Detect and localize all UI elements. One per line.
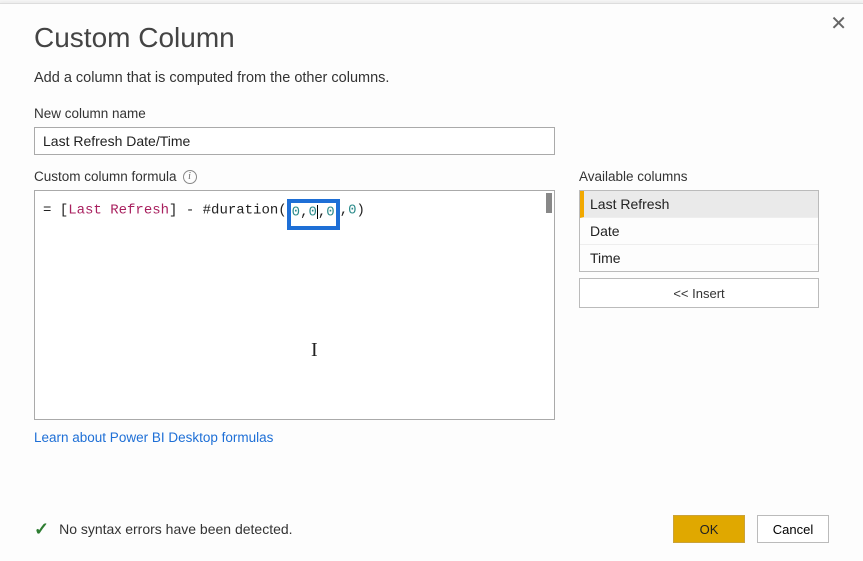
annotation-highlight: 0,0,0 [287,199,340,230]
available-column-item[interactable]: Last Refresh [580,191,818,218]
custom-column-dialog: ✕ Custom Column Add a column that is com… [0,3,863,561]
formula-number: 0 [308,205,316,221]
column-name-label: New column name [34,106,829,121]
formula-number: 0 [326,205,334,221]
button-row: OK Cancel [673,515,829,543]
text-cursor-icon: I [311,339,318,362]
dialog-subtitle: Add a column that is computed from the o… [34,70,829,86]
available-column-item[interactable]: Time [580,245,818,271]
formula-label: Custom column formula i [34,169,555,184]
cancel-button[interactable]: Cancel [757,515,829,543]
formula-number: 0 [292,205,300,221]
close-icon[interactable]: ✕ [830,14,847,34]
scrollbar-thumb[interactable] [546,193,552,213]
formula-input[interactable]: = [Last Refresh] - #duration(0,0,0,0) I [34,190,555,420]
formula-token: , [340,203,348,219]
formula-content: = [Last Refresh] - #duration(0,0,0,0) [43,197,546,228]
status-text: No syntax errors have been detected. [59,521,292,537]
dialog-footer: ✓ No syntax errors have been detected. O… [34,515,829,543]
insert-column-button[interactable]: << Insert [579,278,819,308]
formula-token: ( [278,203,286,219]
formula-token: ) [357,203,365,219]
available-columns-list: Last Refresh Date Time [579,190,819,272]
dialog-title: Custom Column [34,22,829,54]
available-column-item[interactable]: Date [580,218,818,245]
info-icon[interactable]: i [183,170,197,184]
check-icon: ✓ [34,519,49,540]
formula-token: = [ [43,203,68,219]
formula-number: 0 [348,203,356,219]
formula-token: ] - #duration [169,203,278,219]
ok-button[interactable]: OK [673,515,745,543]
formula-label-text: Custom column formula [34,169,177,184]
formula-column-ref: Last Refresh [68,203,169,219]
column-name-input[interactable] [34,127,555,155]
syntax-status: ✓ No syntax errors have been detected. [34,519,293,540]
learn-formulas-link[interactable]: Learn about Power BI Desktop formulas [34,430,273,445]
available-columns-label: Available columns [579,169,819,184]
